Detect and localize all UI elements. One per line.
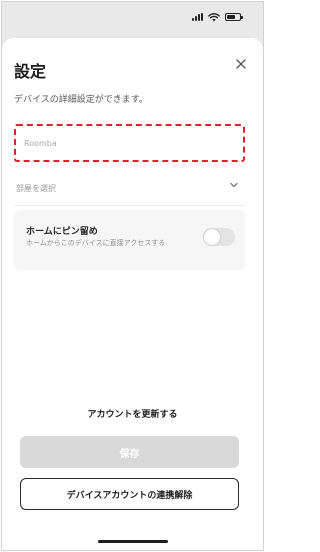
chevron-down-icon (230, 182, 238, 188)
toggle-knob (204, 229, 220, 245)
battery-icon (225, 13, 243, 21)
pin-to-home-description: ホームからこのデバイスに直接アクセスする (26, 239, 166, 247)
close-icon[interactable] (235, 58, 247, 70)
pin-to-home-title: ホームにピン留め (26, 227, 98, 237)
status-icons (192, 12, 243, 22)
divider (14, 205, 245, 206)
wifi-icon (208, 12, 220, 21)
room-select-label: 部屋を選択 (16, 184, 56, 193)
home-indicator (98, 540, 168, 543)
room-select[interactable]: 部屋を選択 (14, 172, 245, 200)
settings-sheet: 設定 デバイスの詳細設定ができます。 部屋を選択 ホームにピン留め ホームからこ… (2, 38, 263, 550)
phone-screen: 設定 デバイスの詳細設定ができます。 部屋を選択 ホームにピン留め ホームからこ… (1, 1, 264, 551)
pin-to-home-card: ホームにピン留め ホームからこのデバイスに直接アクセスする (14, 210, 245, 270)
update-account-link[interactable]: アカウントを更新する (2, 407, 263, 420)
signal-icon (192, 13, 203, 21)
device-name-input[interactable] (14, 124, 245, 162)
page-subtitle: デバイスの詳細設定ができます。 (14, 95, 148, 105)
pin-to-home-toggle[interactable] (203, 228, 235, 246)
unlink-device-account-button[interactable]: デバイスアカウントの連携解除 (20, 478, 239, 510)
save-button[interactable]: 保存 (20, 436, 239, 468)
page-title: 設定 (14, 62, 47, 81)
status-bar (2, 2, 263, 30)
